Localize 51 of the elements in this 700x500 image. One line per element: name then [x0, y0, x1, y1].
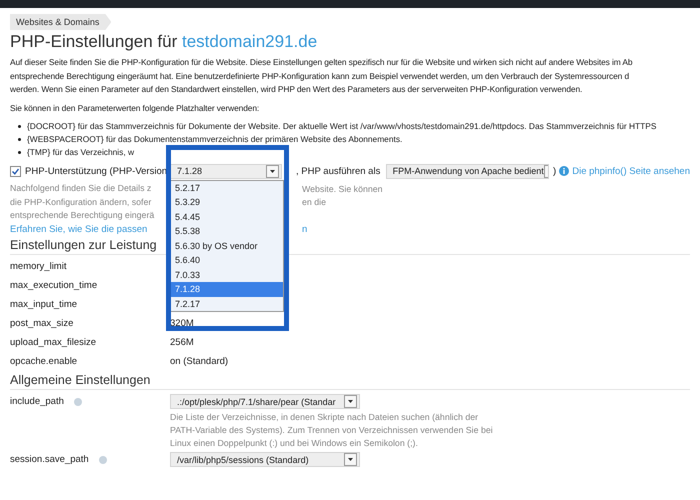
setting-value: 256M [170, 337, 194, 348]
version-option[interactable]: 7.0.33 [171, 268, 283, 282]
caret-icon [344, 453, 357, 466]
breadcrumb[interactable]: Websites & Domains [10, 14, 112, 30]
setting-name: post_max_size [10, 318, 74, 329]
placeholder-intro: Sie können in den Parameterwerten folgende Platzhalter verwenden: [10, 102, 260, 115]
setting-name: max_input_time [10, 299, 78, 310]
setting-name: max_execution_time [10, 280, 98, 291]
setting-name: opcache.enable [10, 356, 78, 367]
version-option[interactable]: 5.5.38 [171, 224, 283, 238]
section-heading: Allgemeine Einstellungen [10, 373, 690, 390]
php-support-checkbox[interactable] [10, 166, 21, 176]
help-icon[interactable] [74, 398, 82, 406]
placeholder-text: {DOCROOT} für das Stammverzeichnis für Dokumente der Website. Der aktuelle Wert ist /var/www/vhosts/testdomain291.de/httpdocs. Das Stammverzeichnis für HTTPS [27, 120, 656, 133]
bullet-icon [18, 138, 21, 141]
run-as-label: , PHP ausführen als [296, 166, 380, 176]
version-option[interactable]: 7.2.17 [171, 296, 283, 311]
closing-parenthesis: ) [553, 166, 556, 176]
setting-name: memory_limit [10, 261, 66, 272]
setting-value: on (Standard) [170, 356, 228, 367]
caret-icon [344, 395, 357, 408]
setting-description: Die Liste der Verzeichnisse, in denen Skripte nach Dateien suchen (ähnlich der PATH-Variable des Systems). Zum Trennen von Verzeichnissen verwenden Sie bei Linux einen Doppelpunkt (:) und bei Windows ein Semikolon (;). [170, 411, 494, 450]
version-option[interactable]: 5.4.45 [171, 210, 283, 224]
caret-icon [266, 164, 279, 178]
help-icon[interactable] [98, 456, 107, 464]
setting-select[interactable]: /var/lib/php5/sessions (Standard) [170, 452, 360, 467]
php-version-select[interactable]: 7.1.28 [170, 164, 282, 178]
setting-name: include_path [10, 396, 64, 407]
intro-paragraph: Auf dieser Seite finden Sie die PHP-Konfiguration für die Website. Diese Einstellungen gelten spezifisch nur für die Website und wirken sich nicht auf andere Websites im Ab entsprechende Berechtigung eingeräumt hat. Eine benutzerdefinierte PHP-Konfiguration kann zum Beispiel verwendet werden, um den Verbrauch der Systemressourcen d werden. Wenn Sie einen Parameter auf den Standardwert einstellen, wird PHP den Wert des Parameters aus der serverweiten PHP-Konfiguration verwenden. [10, 56, 634, 96]
setting-name: session.save_path [10, 454, 89, 465]
placeholder-text: {WEBSPACEROOT} für das Dokumentenstammverzeichnis der primären Website des Abonnements. [27, 133, 402, 146]
version-option[interactable]: 5.6.40 [171, 253, 283, 268]
php-support-label: PHP-Unterstützung (PHP-Version [25, 166, 168, 176]
page-title: PHP-Einstellungen für testdomain291.de [10, 32, 318, 52]
version-option[interactable]: 5.3.29 [171, 195, 283, 210]
placeholder-text: {TMP} für das Verzeichnis, w [27, 146, 134, 159]
note-text: Website. Sie können [302, 184, 383, 194]
handler-select[interactable]: FPM-Anwendung von Apache bedient [386, 164, 550, 178]
setting-value: 320M [170, 318, 194, 329]
note-text: entsprechende Berechtigung eingerä [10, 210, 154, 220]
info-icon [559, 166, 570, 176]
setting-select[interactable]: .:/opt/plesk/php/7.1/share/pear (Standar [170, 394, 360, 409]
bullet-icon [18, 125, 21, 128]
note-text: die PHP-Konfiguration ändern, sofer [10, 196, 152, 207]
version-option[interactable]: 5.2.17 [171, 180, 283, 195]
note-text: Nachfolgend finden Sie die Details z [10, 183, 152, 194]
version-option[interactable]: 7.1.28 [171, 282, 283, 296]
bullet-icon [18, 151, 21, 154]
version-option[interactable]: 5.6.30 by OS vendor [171, 238, 283, 253]
note-text: en die [302, 197, 326, 208]
setting-name: upload_max_filesize [10, 337, 96, 348]
